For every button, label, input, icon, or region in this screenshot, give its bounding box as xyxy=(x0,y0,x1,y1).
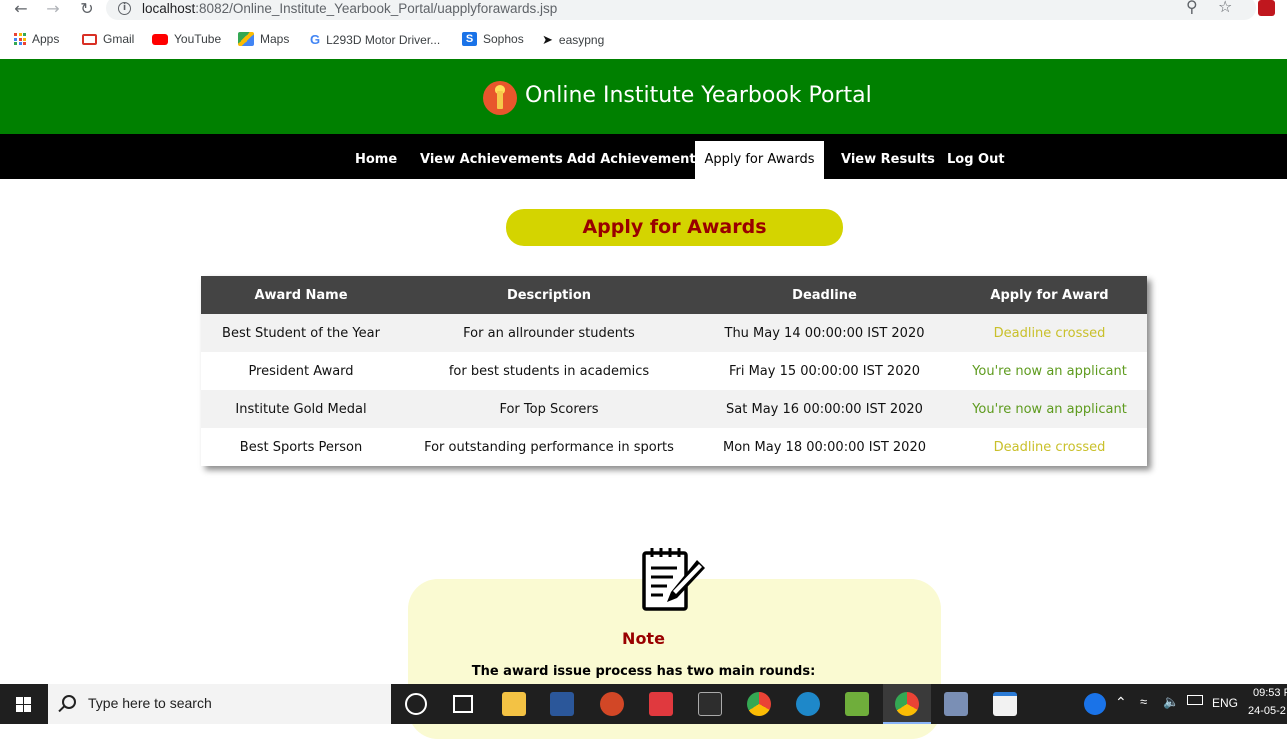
url-host: localhost xyxy=(142,1,196,16)
windows-taskbar: Type here to search ⌃ ≈ 🔈 ENG 09:53 P 24… xyxy=(0,684,1287,724)
reload-icon[interactable]: ↻ xyxy=(76,0,98,18)
bookmark-label: L293D Motor Driver... xyxy=(326,32,441,47)
taskbar-search[interactable]: Type here to search xyxy=(48,684,391,724)
start-button[interactable] xyxy=(0,684,48,724)
page-heading: Apply for Awards xyxy=(506,209,843,246)
bookmark-sophos[interactable]: S Sophos xyxy=(462,32,524,46)
word-icon[interactable] xyxy=(550,692,574,716)
main-nav: Home View Achievements Add Achievements … xyxy=(0,134,1287,179)
award-deadline: Thu May 14 00:00:00 IST 2020 xyxy=(697,314,952,352)
maps-icon xyxy=(238,32,254,46)
award-name: Best Student of the Year xyxy=(201,314,401,352)
bookmark-easypng[interactable]: ➤ easypng xyxy=(542,32,604,48)
nav-apply-for-awards[interactable]: Apply for Awards xyxy=(695,141,824,179)
rocket-icon: ➤ xyxy=(542,32,553,47)
tray-chevron-icon[interactable]: ⌃ xyxy=(1115,694,1127,711)
nav-log-out[interactable]: Log Out xyxy=(932,141,1020,179)
clock-time[interactable]: 09:53 P xyxy=(1253,687,1287,699)
award-description: For Top Scorers xyxy=(401,390,697,428)
nav-add-achievements[interactable]: Add Achievements xyxy=(552,141,718,179)
sophos-icon: S xyxy=(462,32,477,46)
language-indicator[interactable]: ENG xyxy=(1212,696,1238,710)
anydesk-icon[interactable] xyxy=(649,692,673,716)
bookmark-apps[interactable]: Apps xyxy=(14,32,59,46)
youtube-icon xyxy=(152,33,168,45)
award-status: Deadline crossed xyxy=(952,314,1147,352)
bookmarks-bar: Apps Gmail YouTube Maps G L293D Motor Dr… xyxy=(0,28,1287,54)
award-name: President Award xyxy=(201,352,401,390)
file-explorer-icon[interactable] xyxy=(502,692,526,716)
award-status: You're now an applicant xyxy=(952,390,1147,428)
zoom-icon[interactable]: ⚲ xyxy=(1186,0,1198,16)
award-description: For outstanding performance in sports xyxy=(401,428,697,466)
column-header: Award Name xyxy=(201,276,401,314)
gmail-icon xyxy=(82,33,97,45)
note-text: The award issue process has two main rou… xyxy=(471,664,816,679)
award-description: for best students in academics xyxy=(401,352,697,390)
note-title: Note xyxy=(622,629,665,648)
volume-icon[interactable]: 🔈 xyxy=(1163,694,1179,710)
chrome-icon[interactable] xyxy=(747,692,771,716)
table-row: President Award for best students in aca… xyxy=(201,352,1147,390)
edge-icon[interactable] xyxy=(796,692,820,716)
url-path: :8082/Online_Institute_Yearbook_Portal/u… xyxy=(195,1,558,16)
m-app-icon[interactable] xyxy=(993,692,1017,716)
award-name: Institute Gold Medal xyxy=(201,390,401,428)
info-icon[interactable]: i xyxy=(118,2,131,15)
table-row: Institute Gold Medal For Top Scorers Sat… xyxy=(201,390,1147,428)
battery-icon[interactable] xyxy=(1187,695,1203,705)
nav-home[interactable]: Home xyxy=(340,141,412,179)
cortana-icon[interactable] xyxy=(405,693,427,715)
snipping-tool-icon[interactable] xyxy=(698,692,722,716)
bookmark-star-icon[interactable]: ☆ xyxy=(1218,0,1232,16)
forward-icon[interactable]: → xyxy=(42,0,64,18)
back-icon[interactable]: ← xyxy=(10,0,32,18)
site-header: Online Institute Yearbook Portal xyxy=(0,59,1287,134)
column-header: Description xyxy=(401,276,697,314)
chart-app-icon[interactable] xyxy=(845,692,869,716)
google-icon: G xyxy=(310,32,321,47)
award-deadline: Fri May 15 00:00:00 IST 2020 xyxy=(697,352,952,390)
task-view-icon[interactable] xyxy=(453,695,473,713)
bookmark-l293d[interactable]: G L293D Motor Driver... xyxy=(310,32,440,47)
help-icon[interactable] xyxy=(1084,693,1106,715)
award-status: You're now an applicant xyxy=(952,352,1147,390)
table-row: Best Student of the Year For an allround… xyxy=(201,314,1147,352)
award-name: Best Sports Person xyxy=(201,428,401,466)
bookmark-gmail[interactable]: Gmail xyxy=(82,32,134,46)
powerpoint-icon[interactable] xyxy=(600,692,624,716)
extension-icon[interactable] xyxy=(1258,0,1275,16)
address-bar[interactable]: i localhost:8082/Online_Institute_Yearbo… xyxy=(106,0,1256,20)
windows-logo-icon xyxy=(16,697,32,712)
notepad-pencil-icon xyxy=(642,548,705,611)
table-row: Best Sports Person For outstanding perfo… xyxy=(201,428,1147,466)
browser-toolbar: ← → ↻ i localhost:8082/Online_Institute_… xyxy=(0,0,1287,22)
bookmark-label: Maps xyxy=(260,32,290,46)
site-title: Online Institute Yearbook Portal xyxy=(525,83,872,108)
bookmark-label: Sophos xyxy=(483,32,524,46)
apps-grid-icon xyxy=(14,33,26,45)
clock-date[interactable]: 24-05-2 xyxy=(1248,705,1286,717)
search-placeholder: Type here to search xyxy=(88,695,212,711)
award-status: Deadline crossed xyxy=(952,428,1147,466)
search-icon xyxy=(62,695,76,709)
cube-app-icon[interactable] xyxy=(944,692,968,716)
award-description: For an allrounder students xyxy=(401,314,697,352)
chrome-active-icon[interactable] xyxy=(895,692,919,716)
bookmark-label: YouTube xyxy=(174,32,222,46)
award-deadline: Mon May 18 00:00:00 IST 2020 xyxy=(697,428,952,466)
award-deadline: Sat May 16 00:00:00 IST 2020 xyxy=(697,390,952,428)
bookmark-youtube[interactable]: YouTube xyxy=(152,32,221,46)
url-text[interactable]: localhost:8082/Online_Institute_Yearbook… xyxy=(142,1,557,16)
column-header: Deadline xyxy=(697,276,952,314)
bookmark-label: easypng xyxy=(558,33,605,47)
bookmark-label: Apps xyxy=(32,32,60,46)
awards-table: Award Name Description Deadline Apply fo… xyxy=(201,276,1147,466)
column-header: Apply for Award xyxy=(952,276,1147,314)
torch-logo-icon xyxy=(483,81,517,115)
bookmark-label: Gmail xyxy=(103,32,135,46)
bookmark-maps[interactable]: Maps xyxy=(238,32,289,46)
wifi-icon[interactable]: ≈ xyxy=(1140,694,1147,709)
table-header-row: Award Name Description Deadline Apply fo… xyxy=(201,276,1147,314)
